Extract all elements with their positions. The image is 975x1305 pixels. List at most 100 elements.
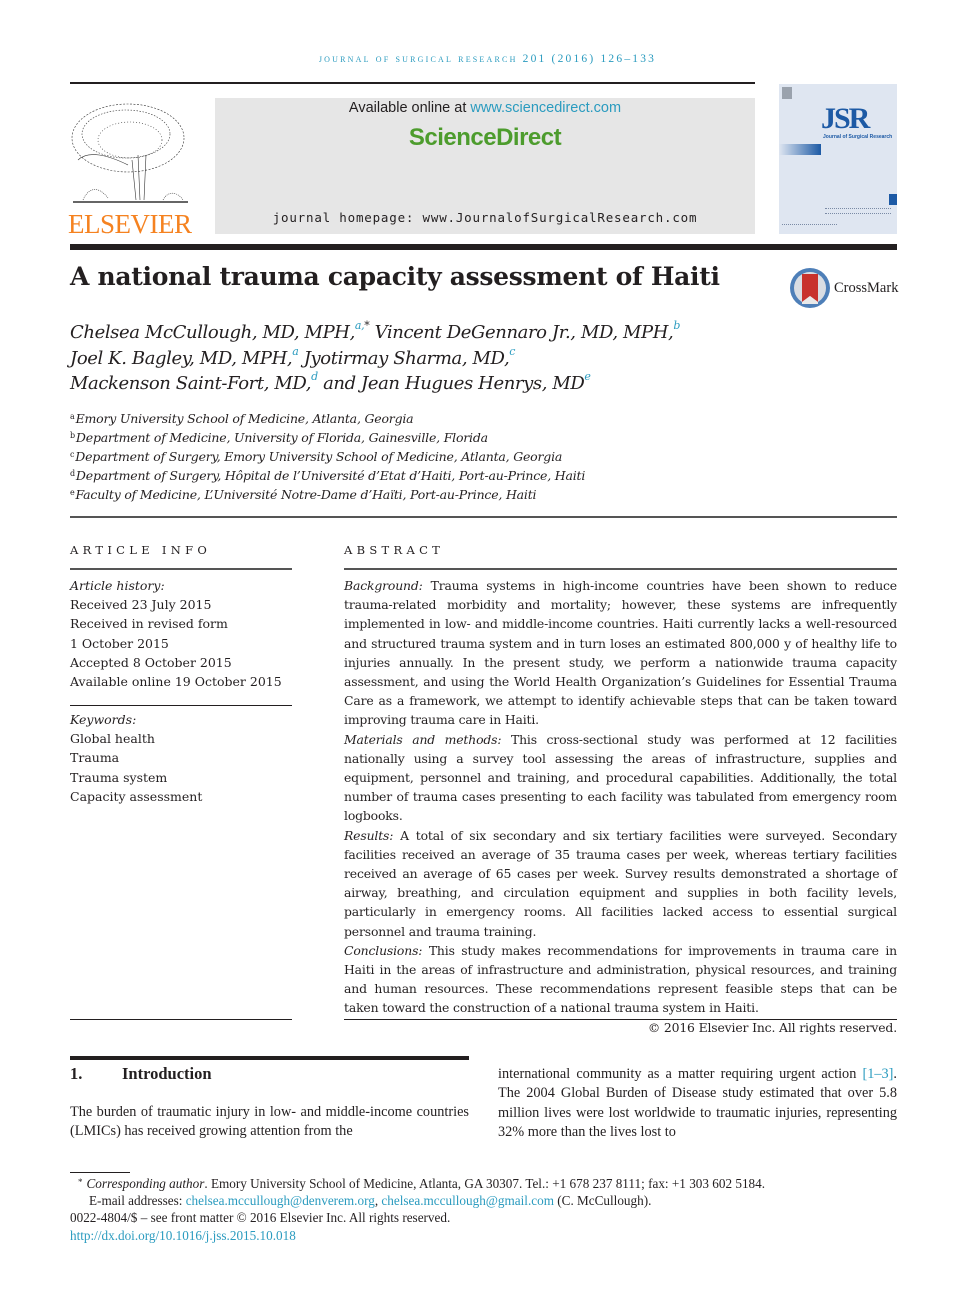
author: Vincent DeGennaro Jr., MD, MPH,	[374, 322, 674, 343]
keywords: Keywords: Global health Trauma Trauma sy…	[70, 710, 292, 806]
available-prefix: Available online at	[348, 100, 471, 116]
corresponding-author-note: * Corresponding author. Emory University …	[70, 1175, 910, 1192]
abstract-methods: Materials and methods: This cross-sectio…	[344, 730, 897, 826]
keyword: Trauma system	[70, 769, 168, 785]
sciencedirect-link[interactable]: www.sciencedirect.com	[470, 100, 621, 116]
author-affiliation-mark[interactable]: c	[509, 345, 515, 358]
article-history: Article history: Received 23 July 2015 R…	[70, 576, 292, 691]
affiliation-text: Department of Surgery, Emory University …	[75, 449, 563, 464]
corresponding-text: . Emory University School of Medicine, A…	[204, 1176, 766, 1191]
author-affiliation-mark[interactable]: a,	[355, 319, 365, 332]
available-online: Available online at www.sciencedirect.co…	[215, 100, 755, 116]
abstract-body: Background: Trauma systems in high-incom…	[344, 576, 897, 1037]
divider	[70, 1019, 292, 1020]
footnote-divider	[70, 1172, 130, 1173]
author: Mackenson Saint-Fort, MD,	[70, 373, 312, 394]
email-addresses: E-mail addresses: chelsea.mccullough@den…	[70, 1192, 910, 1209]
cover-stripe	[889, 194, 897, 205]
corresponding-label: Corresponding author	[86, 1176, 205, 1191]
author: and Jean Hugues Henrys, MD	[323, 373, 585, 394]
crossmark-label[interactable]: CrossMark	[834, 280, 898, 297]
keywords-label: Keywords:	[70, 712, 137, 727]
affiliation: cDepartment of Surgery, Emory University…	[70, 447, 585, 466]
author-affiliation-mark[interactable]: a	[292, 345, 299, 358]
sciencedirect-logo: ScienceDirect	[408, 124, 562, 151]
abstract-label: Conclusions:	[344, 942, 423, 958]
keyword: Capacity assessment	[70, 788, 203, 804]
affiliation: bDepartment of Medicine, University of F…	[70, 428, 585, 447]
abstract-text: Trauma systems in high-income countries …	[344, 578, 897, 728]
affiliation-text: Emory University School of Medicine, Atl…	[75, 411, 414, 426]
cover-badge-icon	[782, 87, 792, 99]
footnote-star: *	[78, 1177, 83, 1187]
affiliation: eFaculty of Medicine, L’Université Notre…	[70, 485, 585, 504]
abstract-background: Background: Trauma systems in high-incom…	[344, 576, 897, 730]
divider	[344, 1019, 897, 1020]
author-affiliation-mark[interactable]: b	[673, 319, 680, 332]
abstract-label: Results:	[344, 827, 394, 843]
body-text-right: international community as a matter requ…	[498, 1065, 897, 1142]
cover-subtitle: Journal of Surgical Research	[823, 134, 893, 140]
front-matter: 0022-4804/$ – see front matter © 2016 El…	[70, 1210, 451, 1226]
author-affiliation-mark[interactable]: e	[584, 370, 591, 383]
history-item: Accepted 8 October 2015	[70, 654, 232, 670]
divider	[70, 705, 292, 706]
keyword: Trauma	[70, 750, 120, 766]
section-number: 1.	[70, 1064, 83, 1083]
journal-homepage: journal homepage: www.JournalofSurgicalR…	[272, 210, 698, 225]
history-item: Available online 19 October 2015	[70, 674, 282, 690]
email-owner: (C. McCullough).	[553, 1193, 652, 1209]
article-info-heading: ARTICLE INFO	[70, 543, 212, 557]
author-affiliation-mark[interactable]: d	[311, 370, 318, 383]
abstract-conclusions: Conclusions: This study makes recommenda…	[344, 941, 897, 1018]
section-title: Introduction	[122, 1064, 212, 1083]
email-link[interactable]: chelsea.mccullough@denverem.org	[186, 1193, 375, 1208]
journal-citation: Journal of Surgical Research 201 (2016) …	[318, 53, 657, 65]
header-divider	[70, 82, 755, 84]
affiliation-key: b	[70, 431, 75, 440]
cover-fine-print	[825, 208, 891, 214]
affiliation-text: Faculty of Medicine, L’Université Notre-…	[75, 487, 537, 502]
author-list: Chelsea McCullough, MD, MPH,a,* Vincent …	[70, 320, 680, 397]
article-title: A national trauma capacity assessment of…	[70, 262, 720, 291]
affiliation-key: d	[70, 469, 75, 478]
email-label: E-mail addresses:	[89, 1193, 186, 1209]
body-text-left: The burden of traumatic injury in low- a…	[70, 1104, 469, 1140]
divider	[344, 568, 897, 570]
affiliation-text: Department of Surgery, Hôpital de l’Univ…	[75, 468, 586, 483]
abstract-text: This study makes recommendations for imp…	[344, 942, 897, 1016]
cover-fine-print	[782, 224, 837, 228]
author: Chelsea McCullough, MD, MPH,	[70, 322, 355, 343]
history-label: Article history:	[70, 578, 165, 593]
history-item: Received in revised form	[70, 616, 228, 632]
affiliation-key: c	[70, 450, 75, 459]
abstract-results: Results: A total of six secondary and si…	[344, 826, 897, 941]
abstract-copyright: © 2016 Elsevier Inc. All rights reserved…	[647, 1019, 897, 1035]
section-rule	[70, 1056, 469, 1060]
history-item: 1 October 2015	[70, 635, 169, 651]
title-divider	[70, 244, 897, 250]
keyword: Global health	[70, 731, 155, 747]
affiliation: aEmory University School of Medicine, At…	[70, 409, 585, 428]
abstract-heading: ABSTRACT	[344, 543, 445, 557]
elsevier-tree-logo-icon	[68, 100, 190, 210]
affiliation-key: e	[70, 488, 75, 497]
affiliation-list: aEmory University School of Medicine, At…	[70, 409, 585, 504]
abstract-label: Materials and methods:	[344, 731, 502, 747]
cover-abbrev: JSR	[821, 102, 870, 135]
corresponding-mark[interactable]: *	[364, 319, 370, 332]
abstract-label: Background:	[344, 578, 423, 593]
body-text: international community as a matter requ…	[498, 1066, 863, 1082]
affiliation: dDepartment of Surgery, Hôpital de l’Uni…	[70, 466, 585, 485]
footnotes: * Corresponding author. Emory University …	[70, 1175, 910, 1244]
author: Jyotirmay Sharma, MD,	[303, 347, 510, 369]
citation-link[interactable]: [1–3]	[862, 1066, 893, 1082]
doi-link[interactable]: http://dx.doi.org/10.1016/j.jss.2015.10.…	[70, 1228, 296, 1243]
email-link[interactable]: chelsea.mccullough@gmail.com	[381, 1193, 554, 1208]
author: Joel K. Bagley, MD, MPH,	[70, 347, 293, 369]
section-divider	[70, 516, 897, 518]
divider	[70, 568, 292, 570]
abstract-text: A total of six secondary and six tertiar…	[344, 827, 897, 939]
cover-stripe	[779, 144, 821, 155]
section-heading: 1. Introduction	[70, 1064, 212, 1084]
